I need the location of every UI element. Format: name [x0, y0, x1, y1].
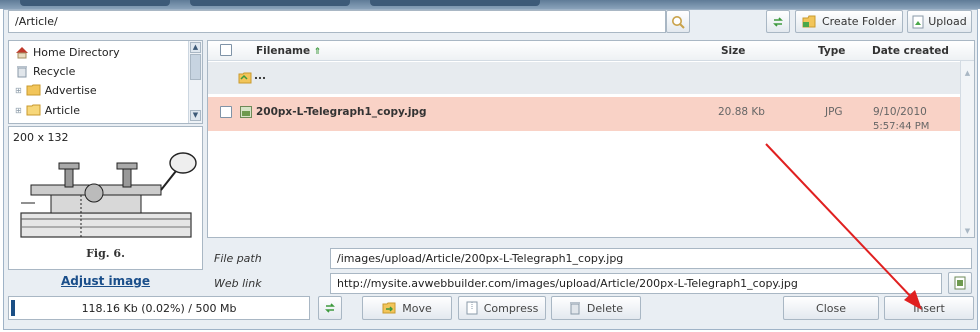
image-preview: 200 x 132 Fig. 6. — [8, 126, 203, 270]
file-checkbox[interactable] — [220, 106, 232, 118]
figure-caption: Fig. 6. — [86, 247, 125, 260]
parent-folder-label: ... — [254, 70, 266, 82]
delete-label: Delete — [586, 301, 624, 315]
upload-icon — [912, 15, 924, 28]
scroll-up-icon[interactable]: ▲ — [962, 67, 973, 79]
home-icon — [16, 46, 28, 58]
storage-progress-fill — [11, 300, 15, 316]
search-icon — [672, 15, 685, 29]
image-file-icon — [240, 106, 252, 118]
compress-icon — [466, 301, 478, 315]
telegraph-illustration — [20, 152, 197, 238]
insert-button[interactable]: Insert — [884, 296, 974, 320]
window-top-strip — [0, 0, 980, 9]
path-input[interactable]: /Article/ — [8, 10, 666, 33]
scroll-up-icon[interactable]: ▲ — [190, 42, 201, 53]
upload-button[interactable]: Upload — [907, 10, 972, 33]
web-link-field[interactable]: http://mysite.avwebbuilder.com/images/up… — [330, 273, 942, 294]
adjust-image-link[interactable]: Adjust image — [8, 270, 203, 292]
copy-icon — [954, 276, 966, 290]
search-button[interactable] — [666, 10, 690, 33]
file-path-field[interactable]: /images/upload/Article/200px-L-Telegraph… — [330, 248, 972, 269]
file-list: Filename ⇑ Size Type Date created ... 20… — [207, 40, 975, 238]
move-label: Move — [402, 301, 432, 315]
refresh-icon — [773, 16, 783, 27]
insert-label: Insert — [913, 301, 945, 315]
expand-icon[interactable]: ⊞ — [15, 106, 22, 115]
folder-open-icon — [26, 104, 41, 116]
refresh-icon — [325, 303, 335, 313]
expand-icon[interactable]: ⊞ — [15, 86, 22, 95]
create-folder-button[interactable]: Create Folder — [795, 10, 903, 33]
file-row[interactable]: 200px-L-Telegraph1_copy.jpg 20.88 Kb JPG… — [208, 97, 960, 132]
column-filename-label: Filename — [256, 45, 311, 57]
recycle-bin-icon — [17, 65, 27, 77]
folder-icon — [26, 84, 41, 96]
file-list-header: Filename ⇑ Size Type Date created — [208, 41, 974, 61]
background-tab — [190, 0, 350, 6]
folder-up-icon — [238, 72, 252, 84]
tree-item-label: Article — [44, 103, 80, 117]
column-filename[interactable]: Filename ⇑ — [256, 45, 321, 57]
storage-text: 118.16 Kb (0.02%) / 500 Mb — [81, 301, 237, 315]
tree-item-advertise[interactable]: ⊞ Advertise — [15, 81, 97, 99]
file-size: 20.88 Kb — [718, 106, 765, 118]
tree-item-article[interactable]: ⊞ Article — [15, 101, 80, 119]
tree-item-selected[interactable]: Article — [26, 101, 80, 119]
upload-label: Upload — [928, 15, 967, 28]
tree-item-label: Advertise — [44, 83, 97, 97]
copy-link-button[interactable] — [948, 272, 972, 294]
file-time: 5:57:44 PM — [873, 121, 930, 132]
sort-asc-icon: ⇑ — [313, 47, 322, 57]
web-link-label: Web link — [214, 277, 262, 290]
column-type[interactable]: Type — [818, 45, 845, 57]
refresh-button[interactable] — [766, 10, 790, 33]
column-date[interactable]: Date created — [872, 45, 949, 57]
close-button[interactable]: Close — [783, 296, 879, 320]
select-all-checkbox[interactable] — [220, 44, 232, 56]
file-date: 9/10/2010 — [873, 106, 927, 118]
move-icon — [382, 302, 396, 314]
compress-label: Compress — [483, 301, 539, 315]
tree-item-recycle[interactable]: Recycle — [15, 62, 75, 80]
close-label: Close — [816, 301, 846, 315]
background-tab — [370, 0, 540, 6]
folder-tree: Home Directory Recycle ⊞ Advertise ⊞ Art… — [8, 40, 203, 124]
compress-button[interactable]: Compress — [458, 296, 546, 320]
scroll-thumb[interactable] — [190, 54, 201, 80]
parent-folder-row[interactable]: ... — [208, 62, 960, 94]
tree-item-home[interactable]: Home Directory — [15, 43, 120, 61]
trash-icon — [569, 302, 580, 315]
file-name[interactable]: 200px-L-Telegraph1_copy.jpg — [256, 106, 426, 118]
tree-item-label: Recycle — [33, 64, 76, 78]
column-size[interactable]: Size — [721, 45, 745, 57]
tree-item-label: Home Directory — [33, 45, 120, 59]
image-dimensions: 200 x 132 — [13, 131, 69, 144]
file-list-scrollbar[interactable]: ▲ ▼ — [960, 61, 974, 237]
storage-usage: 118.16 Kb (0.02%) / 500 Mb — [8, 296, 310, 320]
move-button[interactable]: Move — [362, 296, 452, 320]
delete-button[interactable]: Delete — [551, 296, 641, 320]
background-tab — [20, 0, 170, 6]
create-folder-label: Create Folder — [821, 15, 897, 28]
folder-add-icon — [802, 15, 816, 28]
tree-scrollbar[interactable]: ▲ ▼ — [188, 41, 202, 123]
file-path-label: File path — [214, 252, 262, 265]
scroll-down-icon[interactable]: ▼ — [962, 225, 973, 237]
file-type: JPG — [825, 106, 843, 118]
refresh-storage-button[interactable] — [318, 296, 342, 320]
scroll-down-icon[interactable]: ▼ — [190, 110, 201, 121]
